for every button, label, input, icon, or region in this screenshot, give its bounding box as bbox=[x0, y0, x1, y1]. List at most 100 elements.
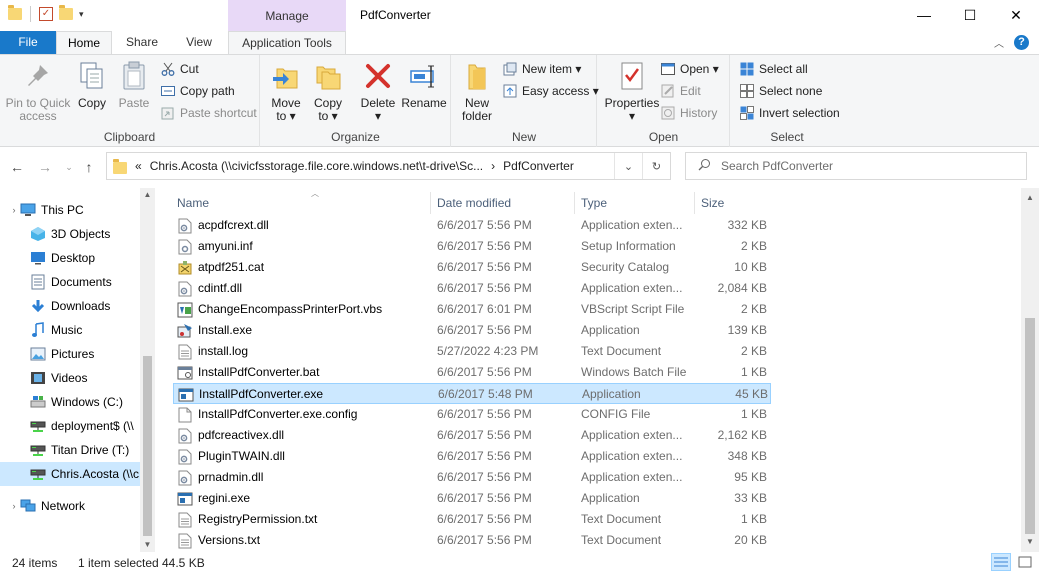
nav-item-windows-c[interactable]: Windows (C:) bbox=[0, 390, 140, 414]
downloads-icon bbox=[30, 298, 46, 314]
customize-qat-icon[interactable]: ▾ bbox=[79, 9, 84, 20]
rename-button[interactable]: Rename bbox=[401, 59, 447, 110]
tab-view[interactable]: View bbox=[172, 31, 226, 54]
file-row[interactable]: amyuni.inf 6/6/2017 5:56 PM Setup Informat… bbox=[173, 236, 771, 257]
new-folder-icon[interactable] bbox=[59, 5, 73, 20]
collapse-ribbon-icon[interactable]: ︿ bbox=[994, 35, 1004, 50]
file-row[interactable]: InstallPdfConverter.exe.config 6/6/2017 5… bbox=[173, 404, 771, 425]
tab-file[interactable]: File bbox=[0, 31, 56, 54]
forward-button[interactable]: → bbox=[36, 158, 54, 176]
file-date-modified: 6/6/2017 5:56 PM bbox=[437, 218, 532, 232]
address-dropdown-button[interactable]: ⌄ bbox=[614, 153, 642, 179]
file-row[interactable]: Install.exe 6/6/2017 5:56 PM Application 13… bbox=[173, 320, 771, 341]
close-button[interactable]: ✕ bbox=[993, 0, 1039, 30]
cut-button[interactable]: Cut bbox=[160, 59, 199, 79]
search-input[interactable]: Search PdfConverter bbox=[721, 159, 833, 173]
tab-share[interactable]: Share bbox=[114, 31, 170, 54]
file-name-cell: install.log bbox=[177, 341, 435, 362]
file-row[interactable]: RegistryPermission.txt 6/6/2017 5:56 PM Te… bbox=[173, 509, 771, 530]
history-button[interactable]: History bbox=[660, 103, 717, 123]
file-type: Text Document bbox=[581, 344, 662, 358]
file-row[interactable]: ChangeEncompassPrinterPort.vbs 6/6/2017 6… bbox=[173, 299, 771, 320]
file-row[interactable]: pdfcreactivex.dll 6/6/2017 5:56 PM Applica… bbox=[173, 425, 771, 446]
nav-item-3d-objects[interactable]: 3D Objects bbox=[0, 222, 140, 246]
file-row[interactable]: regini.exe 6/6/2017 5:56 PM Application 33 … bbox=[173, 488, 771, 509]
nav-item-documents[interactable]: Documents bbox=[0, 270, 140, 294]
tab-home[interactable]: Home bbox=[56, 31, 112, 55]
expand-chevron-icon[interactable]: › bbox=[8, 205, 20, 215]
scroll-down-arrow[interactable]: ▼ bbox=[1021, 534, 1039, 550]
new-folder-button[interactable]: New folder bbox=[458, 59, 496, 123]
file-name-cell: amyuni.inf bbox=[177, 236, 435, 257]
file-row[interactable]: cdintf.dll 6/6/2017 5:56 PM Application ex… bbox=[173, 278, 771, 299]
help-icon[interactable]: ? bbox=[1014, 35, 1029, 50]
nav-item-deployment[interactable]: deployment$ (\\ bbox=[0, 414, 140, 438]
column-header-name[interactable]: Name ︿ bbox=[171, 189, 431, 214]
large-icons-view-button[interactable] bbox=[1015, 553, 1035, 571]
file-row[interactable]: PluginTWAIN.dll 6/6/2017 5:56 PM Applicati… bbox=[173, 446, 771, 467]
scroll-thumb[interactable] bbox=[1025, 318, 1035, 534]
edit-button[interactable]: Edit bbox=[660, 81, 701, 101]
nav-item-chris-acosta-c[interactable]: Chris.Acosta (\\c bbox=[0, 462, 140, 486]
copy-button[interactable]: Copy bbox=[74, 59, 110, 110]
scroll-up-arrow[interactable]: ▲ bbox=[1021, 190, 1039, 206]
paste-shortcut-button[interactable]: Paste shortcut bbox=[160, 103, 257, 123]
file-list-scrollbar[interactable]: ▲ ▼ bbox=[1021, 188, 1039, 552]
file-row[interactable]: prnadmin.dll 6/6/2017 5:56 PM Application … bbox=[173, 467, 771, 488]
navigation-pane-scrollbar[interactable]: ▲ ▼ bbox=[140, 188, 155, 552]
address-bar[interactable]: « Chris.Acosta (\\civicfsstorage.file.co… bbox=[106, 152, 671, 180]
file-row[interactable]: InstallPdfConverter.bat 6/6/2017 5:56 PM W… bbox=[173, 362, 771, 383]
tab-application-tools[interactable]: Application Tools bbox=[228, 31, 346, 55]
paste-button[interactable]: Paste bbox=[116, 59, 152, 110]
3d-objects-icon bbox=[30, 226, 46, 242]
nav-item-desktop[interactable]: Desktop bbox=[0, 246, 140, 270]
copy-to-button[interactable]: Copy to ▾ bbox=[309, 59, 347, 123]
file-row[interactable]: acpdfcrext.dll 6/6/2017 5:56 PM Applicatio… bbox=[173, 215, 771, 236]
properties-icon[interactable]: ✓ bbox=[39, 7, 53, 21]
column-header-size[interactable]: Size bbox=[695, 192, 773, 214]
file-row[interactable]: atpdf251.cat 6/6/2017 5:56 PM Security Cat… bbox=[173, 257, 771, 278]
easy-access-button[interactable]: Easy access ▾ bbox=[502, 81, 599, 101]
file-row[interactable]: install.log 5/27/2022 4:23 PM Text Documen… bbox=[173, 341, 771, 362]
maximize-button[interactable]: ☐ bbox=[947, 0, 993, 30]
back-button[interactable]: ← bbox=[8, 158, 26, 176]
details-view-button[interactable] bbox=[991, 553, 1011, 571]
file-type: Security Catalog bbox=[581, 260, 670, 274]
breadcrumb-separator[interactable]: › bbox=[491, 159, 495, 173]
nav-item-titan-drive-t[interactable]: Titan Drive (T:) bbox=[0, 438, 140, 462]
breadcrumb-share[interactable]: Chris.Acosta (\\civicfsstorage.file.core… bbox=[150, 159, 483, 173]
up-button[interactable]: ↑ bbox=[80, 158, 98, 176]
column-header-type[interactable]: Type bbox=[575, 192, 695, 214]
file-row[interactable]: Versions.txt 6/6/2017 5:56 PM Text Documen… bbox=[173, 530, 771, 551]
expand-chevron-icon[interactable]: › bbox=[8, 501, 20, 511]
pin-to-quick-access-button[interactable]: Pin to Quick access bbox=[4, 59, 72, 123]
this-pc-icon bbox=[20, 202, 36, 218]
nav-item-this-pc[interactable]: › This PC bbox=[0, 198, 140, 222]
copy-path-button[interactable]: Copy path bbox=[160, 81, 235, 101]
select-none-button[interactable]: Select none bbox=[739, 81, 822, 101]
properties-button[interactable]: Properties ▾ bbox=[602, 59, 662, 123]
minimize-button[interactable]: — bbox=[901, 0, 947, 30]
scroll-up-arrow[interactable]: ▲ bbox=[140, 188, 155, 202]
open-button[interactable]: Open ▾ bbox=[660, 59, 719, 79]
scroll-thumb[interactable] bbox=[143, 356, 152, 536]
refresh-button[interactable]: ↻ bbox=[642, 153, 670, 179]
new-item-button[interactable]: New item ▾ bbox=[502, 59, 581, 79]
file-date-modified: 6/6/2017 5:48 PM bbox=[438, 387, 533, 401]
move-to-button[interactable]: Move to ▾ bbox=[267, 59, 305, 123]
scroll-down-arrow[interactable]: ▼ bbox=[140, 538, 155, 552]
breadcrumb-current[interactable]: PdfConverter bbox=[503, 159, 574, 173]
hidden-path-chevron[interactable]: « bbox=[135, 159, 142, 173]
nav-item-network[interactable]: › Network bbox=[0, 494, 140, 518]
invert-selection-button[interactable]: Invert selection bbox=[739, 103, 840, 123]
recent-locations-button[interactable]: ⌄ bbox=[60, 158, 78, 176]
nav-item-pictures[interactable]: Pictures bbox=[0, 342, 140, 366]
column-header-date[interactable]: Date modified bbox=[431, 192, 575, 214]
nav-item-downloads[interactable]: Downloads bbox=[0, 294, 140, 318]
search-box[interactable]: Search PdfConverter bbox=[685, 152, 1027, 180]
nav-item-music[interactable]: Music bbox=[0, 318, 140, 342]
select-all-button[interactable]: Select all bbox=[739, 59, 808, 79]
delete-button[interactable]: Delete ▾ bbox=[359, 59, 397, 123]
file-row[interactable]: InstallPdfConverter.exe 6/6/2017 5:48 PM A… bbox=[173, 383, 771, 404]
nav-item-videos[interactable]: Videos bbox=[0, 366, 140, 390]
